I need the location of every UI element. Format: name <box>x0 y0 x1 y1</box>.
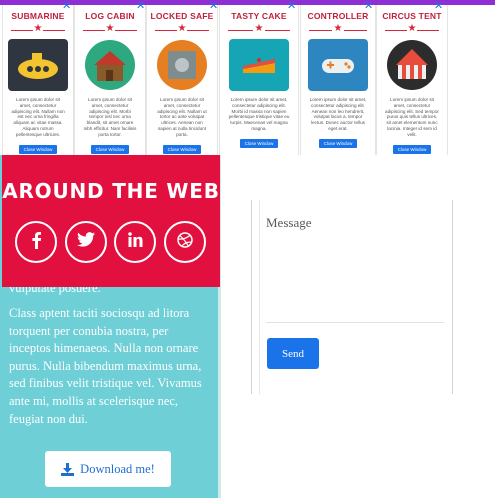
ad-card-title: SUBMARINE <box>11 11 65 21</box>
download-button-label: Download me! <box>80 461 155 476</box>
ad-card-log-cabin: LOG CABIN ★ Lorem ipsum dolor sit amet, … <box>74 5 146 155</box>
close-window-button[interactable]: Close Window <box>239 138 279 148</box>
linkedin-link[interactable] <box>114 221 156 263</box>
submarine-icon <box>8 39 68 91</box>
ad-card-text: Lorem ipsum dolor sit amet, consectetur … <box>11 97 65 137</box>
download-button[interactable]: Download me! <box>45 451 171 487</box>
facebook-link[interactable] <box>15 221 57 263</box>
dribbble-icon <box>177 231 193 253</box>
ad-card-text: Lorem ipsum dolor sit amet, consectetur … <box>385 97 439 137</box>
close-window-button[interactable]: Close Window <box>318 138 358 148</box>
close-window-button[interactable]: Close Window <box>18 144 58 154</box>
linkedin-icon <box>127 232 143 252</box>
ad-card-circus-tent: CIRCUS TENT ★ Lorem ipsum dolor sit amet… <box>376 5 448 155</box>
ad-card-title: LOCKED SAFE <box>150 11 214 21</box>
log-cabin-icon <box>80 39 140 91</box>
cake-icon <box>229 39 289 91</box>
close-icon[interactable]: ✕ <box>434 0 443 11</box>
body-paragraph: Class aptent taciti sociosqu ad litora t… <box>9 306 202 426</box>
ad-card-divider: ★ <box>155 23 209 35</box>
contact-form: Message Send <box>251 200 453 394</box>
close-window-button[interactable]: Close Window <box>392 144 432 154</box>
ad-card-controller: CONTROLLER ★ Lorem ipsum dolor sit amet,… <box>300 5 376 155</box>
ad-card-divider: ★ <box>83 23 137 35</box>
form-inner-border <box>259 200 260 394</box>
facebook-icon <box>30 231 42 254</box>
close-window-button[interactable]: Close Window <box>90 144 130 154</box>
close-icon[interactable]: ✕ <box>62 0 71 11</box>
around-the-web-title: AROUND THE WEB <box>2 179 220 203</box>
close-icon[interactable]: ✕ <box>364 0 373 11</box>
message-textarea[interactable]: Message <box>266 210 444 323</box>
ad-card-title: CIRCUS TENT <box>382 11 442 21</box>
ad-card-divider: ★ <box>309 23 367 35</box>
send-button[interactable]: Send <box>267 338 319 369</box>
ad-card-divider: ★ <box>385 23 439 35</box>
ad-card-text: Lorem ipsum dolor sit amet, consectetur … <box>157 97 207 137</box>
ad-card-text: Lorem ipsum dolor sit amet, consectetur … <box>83 97 137 137</box>
message-placeholder: Message <box>266 215 312 230</box>
dribbble-link[interactable] <box>164 221 206 263</box>
game-controller-icon <box>308 39 368 91</box>
ad-card-tasty-cake: TASTY CAKE ★ Lorem ipsum dolor sit amet,… <box>219 5 299 155</box>
ad-card-text: Lorem ipsum dolor sit amet, consectetur … <box>228 97 290 131</box>
close-icon[interactable]: ✕ <box>136 0 145 11</box>
around-the-web-panel: AROUND THE WEB <box>2 155 220 287</box>
ad-card-title: CONTROLLER <box>307 11 369 21</box>
ad-card-divider: ★ <box>11 23 65 35</box>
ad-card-locked-safe: LOCKED SAFE ★ Lorem ipsum dolor sit amet… <box>146 5 218 155</box>
locked-safe-icon <box>152 39 212 91</box>
close-icon[interactable]: ✕ <box>209 0 218 11</box>
ad-strip: SUBMARINE ★ Lorem ipsum dolor sit amet, … <box>0 0 495 155</box>
ad-card-title: LOG CABIN <box>85 11 135 21</box>
close-window-button[interactable]: Close Window <box>162 144 202 154</box>
ad-card-text: Lorem ipsum dolor sit amet, consectetur … <box>309 97 367 131</box>
ad-card-submarine: SUBMARINE ★ Lorem ipsum dolor sit amet, … <box>2 5 74 155</box>
ad-card-title: TASTY CAKE <box>231 11 287 21</box>
circus-tent-icon <box>382 39 442 91</box>
twitter-icon <box>77 232 95 252</box>
twitter-link[interactable] <box>65 221 107 263</box>
download-icon <box>61 462 75 476</box>
ad-card-divider: ★ <box>228 23 290 35</box>
close-icon[interactable]: ✕ <box>287 0 296 11</box>
